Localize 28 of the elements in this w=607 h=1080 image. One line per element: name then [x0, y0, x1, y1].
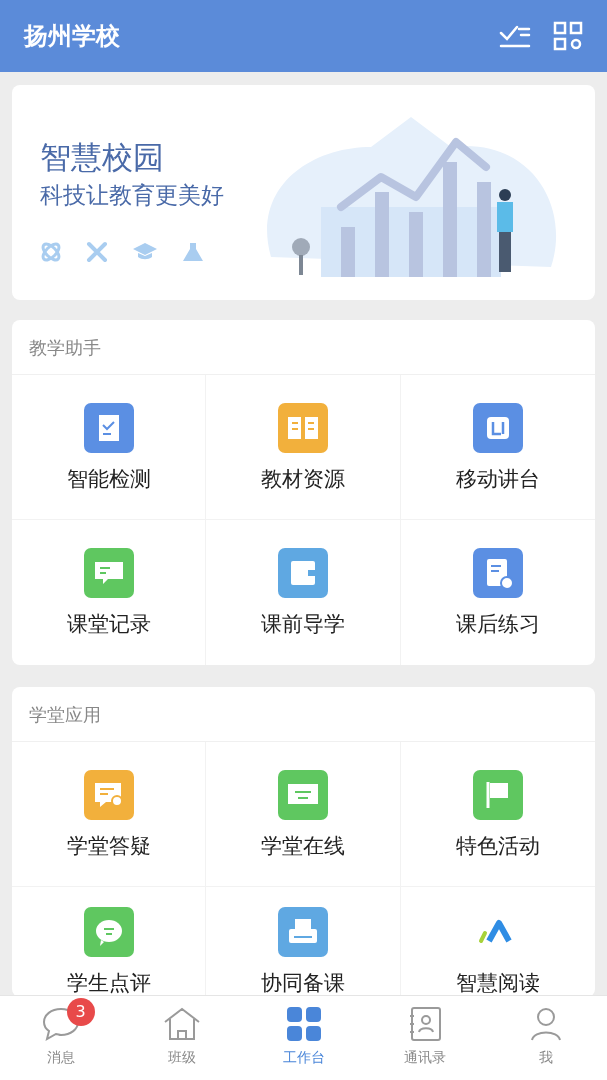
app-title: 扬州学校 [24, 21, 121, 52]
nav-tab[interactable]: 工作台 [242, 996, 365, 1080]
unread-badge: 3 [66, 998, 95, 1026]
banner-title: 智慧校园 [40, 138, 165, 177]
section-title: 学堂应用 [29, 702, 101, 727]
feature-tile[interactable]: 学堂答疑 [12, 742, 207, 887]
nav-tab[interactable]: 通讯录 [364, 996, 486, 1080]
feature-tile[interactable]: 学堂在线 [206, 742, 401, 887]
feature-tile[interactable]: 课后练习 [400, 520, 595, 665]
banner-subtitle: 科技让教育更美好 [40, 181, 224, 210]
graduation-cap-icon [132, 241, 158, 261]
feature-tile[interactable]: 智慧阅读 [400, 887, 595, 995]
nav-tab[interactable]: 我 [485, 996, 607, 1080]
settings-grid-icon[interactable] [553, 21, 583, 51]
atom-icon [40, 241, 62, 263]
tools-icon [86, 241, 108, 263]
nav-tab[interactable]: 班级 [121, 996, 243, 1080]
section-title: 教学助手 [29, 335, 101, 360]
flask-icon [182, 241, 204, 263]
grid-icon [285, 1006, 322, 1042]
feature-tile[interactable]: 课前导学 [206, 520, 401, 665]
feature-tile[interactable]: 教材资源 [206, 375, 401, 520]
nav-tab[interactable]: 3 消息 [0, 996, 122, 1080]
checklist-icon[interactable] [499, 23, 531, 49]
feature-tile[interactable]: 特色活动 [400, 742, 595, 887]
feature-tile[interactable]: 移动讲台 [400, 375, 595, 520]
feature-tile[interactable]: 课堂记录 [12, 520, 207, 665]
feature-tile[interactable]: 智能检测 [12, 375, 207, 520]
